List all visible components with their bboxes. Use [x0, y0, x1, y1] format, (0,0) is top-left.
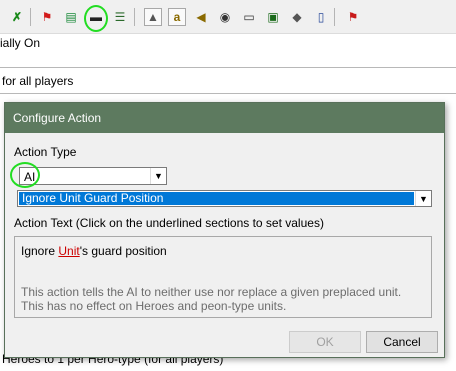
action-text-label: Action Text (Click on the underlined sec…: [14, 216, 324, 230]
pyramid-icon[interactable]: ▲: [144, 8, 162, 26]
chevron-down-icon[interactable]: ▼: [150, 168, 166, 184]
action-type-value: AI: [24, 170, 36, 184]
toolbar-separator: [334, 8, 335, 26]
check-x-icon[interactable]: ✗: [8, 8, 26, 26]
action-value: Ignore Unit Guard Position: [19, 192, 414, 205]
green-page-icon[interactable]: ▤: [62, 8, 80, 26]
action-description: This action tells the AI to neither use …: [21, 285, 402, 313]
divider: [0, 93, 456, 94]
ok-button[interactable]: OK: [289, 331, 361, 353]
action-type-select[interactable]: AI ▼: [19, 167, 167, 185]
red-flag-icon[interactable]: ⚑: [38, 8, 56, 26]
unit-parameter-link[interactable]: Unit: [58, 244, 79, 258]
action-type-label: Action Type: [14, 145, 77, 159]
background-line-top: ially On: [0, 36, 41, 50]
divider: [0, 67, 456, 68]
chevron-down-icon[interactable]: ▼: [415, 191, 431, 206]
toolbar-separator: [134, 8, 135, 26]
action-sentence: Ignore Unit's guard position: [21, 244, 167, 258]
background-line-mid: for all players: [2, 74, 74, 88]
clapboard-icon[interactable]: ▬: [87, 8, 105, 26]
amazon-icon[interactable]: a: [168, 8, 186, 26]
page-copy-icon[interactable]: ▯: [312, 8, 330, 26]
checklist-icon[interactable]: ☰: [111, 8, 129, 26]
speaker-icon[interactable]: ◀: [192, 8, 210, 26]
fingerprint-icon[interactable]: ◉: [216, 8, 234, 26]
film-icon[interactable]: ▭: [240, 8, 258, 26]
sentence-suffix: 's guard position: [79, 244, 167, 258]
dialog-title: Configure Action: [5, 103, 444, 133]
flag-box-icon[interactable]: ⚑: [344, 8, 362, 26]
configure-action-dialog: Configure Action Action Type AI ▼ Ignore…: [4, 102, 445, 358]
toolbar-separator: [30, 8, 31, 26]
monster-icon[interactable]: ▣: [264, 8, 282, 26]
cancel-button[interactable]: Cancel: [366, 331, 438, 353]
editor-toolbar: ✗ ⚑ ▤ ▬ ☰ ▲ a ◀ ◉ ▭ ▣ ◆ ▯ ⚑: [0, 0, 456, 34]
sentence-prefix: Ignore: [21, 244, 56, 258]
action-text-box: Ignore Unit's guard position This action…: [14, 236, 432, 318]
action-select[interactable]: Ignore Unit Guard Position ▼: [17, 190, 432, 207]
box-icon[interactable]: ◆: [288, 8, 306, 26]
